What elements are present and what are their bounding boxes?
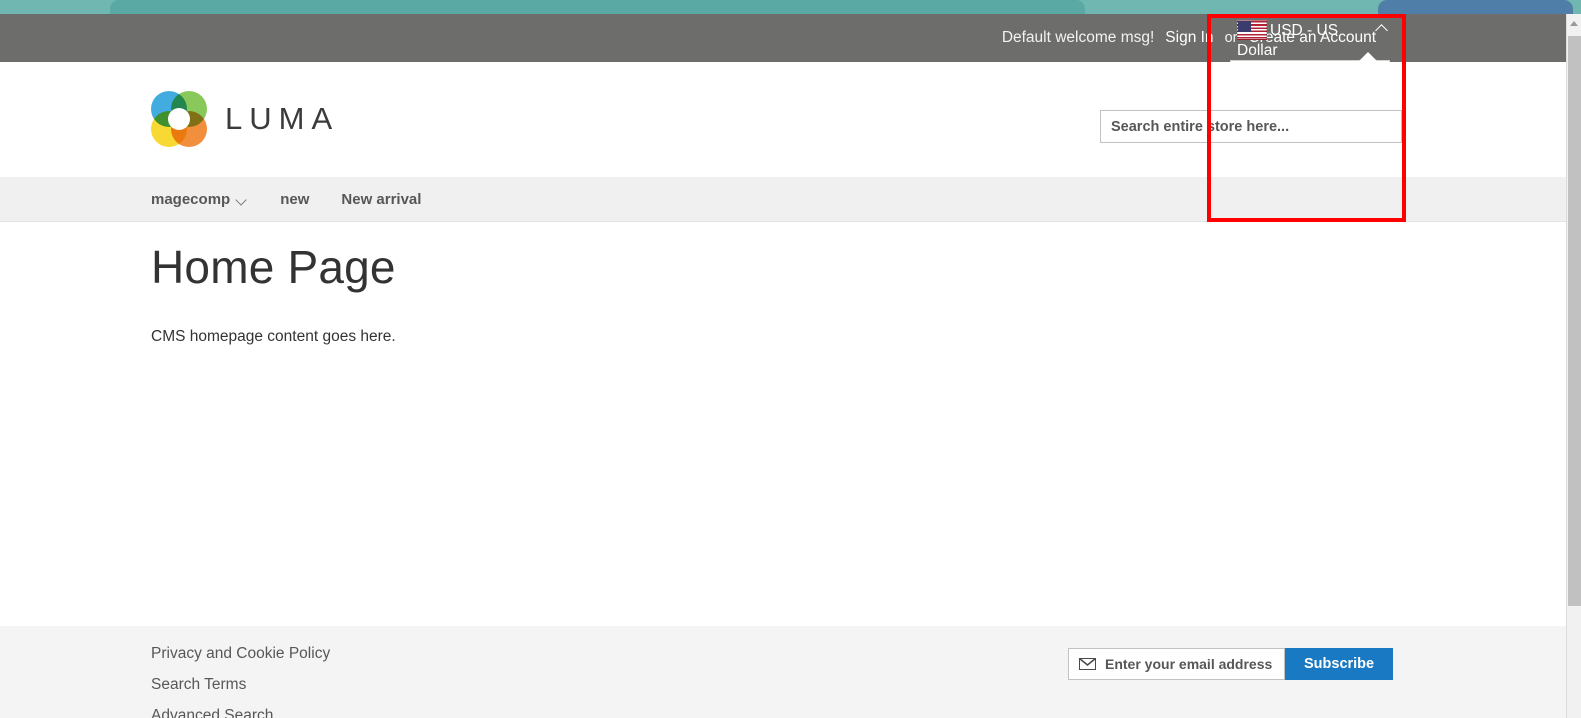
subscribe-button[interactable]: Subscribe xyxy=(1285,648,1394,680)
header-main: LUMA Search entire store here... xyxy=(0,62,1566,177)
search-placeholder: Search entire store here... xyxy=(1111,118,1290,135)
nav-item-magecomp[interactable]: magecomp xyxy=(151,191,248,208)
newsletter-email-input[interactable]: Enter your email address xyxy=(1068,648,1285,680)
page-body-text: CMS homepage content goes here. xyxy=(151,328,396,345)
page-title: Home Page xyxy=(151,241,396,293)
footer-link-privacy[interactable]: Privacy and Cookie Policy xyxy=(151,645,330,663)
nav-item-new-label: new xyxy=(280,191,310,208)
nav-item-magecomp-label: magecomp xyxy=(151,191,231,208)
or-separator: or xyxy=(1224,30,1238,46)
welcome-message: Default welcome msg! xyxy=(1001,29,1155,46)
nav-item-new-arrival-label: New arrival xyxy=(341,191,422,208)
nav-item-new-arrival[interactable]: New arrival xyxy=(341,191,421,208)
footer-link-advanced-search[interactable]: Advanced Search xyxy=(151,707,330,718)
main-navigation: magecomp new New arrival xyxy=(0,177,1566,222)
page-scrollbar[interactable] xyxy=(1566,14,1581,718)
sign-in-link[interactable]: Sign In xyxy=(1165,29,1213,47)
site-logo[interactable]: LUMA xyxy=(151,91,339,147)
currency-switcher[interactable]: USD - US Dollar INR - Indian Rupee ✱ PKR… xyxy=(1230,20,1390,193)
scrollbar-thumb[interactable] xyxy=(1568,36,1581,606)
envelope-icon xyxy=(1079,658,1096,670)
nav-list: magecomp new New arrival xyxy=(151,177,421,222)
newsletter-placeholder: Enter your email address xyxy=(1105,656,1273,672)
browser-chrome-strip xyxy=(0,0,1581,14)
header-topbar: Default welcome msg! Sign In or Create a… xyxy=(0,14,1566,193)
search-input[interactable]: Search entire store here... xyxy=(1100,110,1402,143)
newsletter-signup: Enter your email address Subscribe xyxy=(1068,648,1394,680)
site-footer: Privacy and Cookie Policy Search Terms A… xyxy=(0,626,1566,718)
main-content: Home Page CMS homepage content goes here… xyxy=(0,222,1566,626)
footer-link-list: Privacy and Cookie Policy Search Terms A… xyxy=(151,645,330,718)
chevron-up-icon xyxy=(1376,23,1389,32)
logo-wordmark: LUMA xyxy=(225,101,340,136)
luma-circles-icon xyxy=(151,91,207,147)
page-viewport: Default welcome msg! Sign In or Create a… xyxy=(0,14,1566,718)
scrollbar-up-arrow-icon[interactable] xyxy=(1567,14,1581,31)
flag-us-icon xyxy=(1237,20,1267,40)
nav-item-new[interactable]: new xyxy=(280,191,309,208)
browser-window: Default welcome msg! Sign In or Create a… xyxy=(0,0,1581,718)
chevron-down-icon xyxy=(237,196,248,203)
browser-tab-secondary[interactable] xyxy=(1378,0,1573,14)
footer-link-search-terms[interactable]: Search Terms xyxy=(151,676,330,694)
browser-tab-active[interactable] xyxy=(110,0,1085,14)
